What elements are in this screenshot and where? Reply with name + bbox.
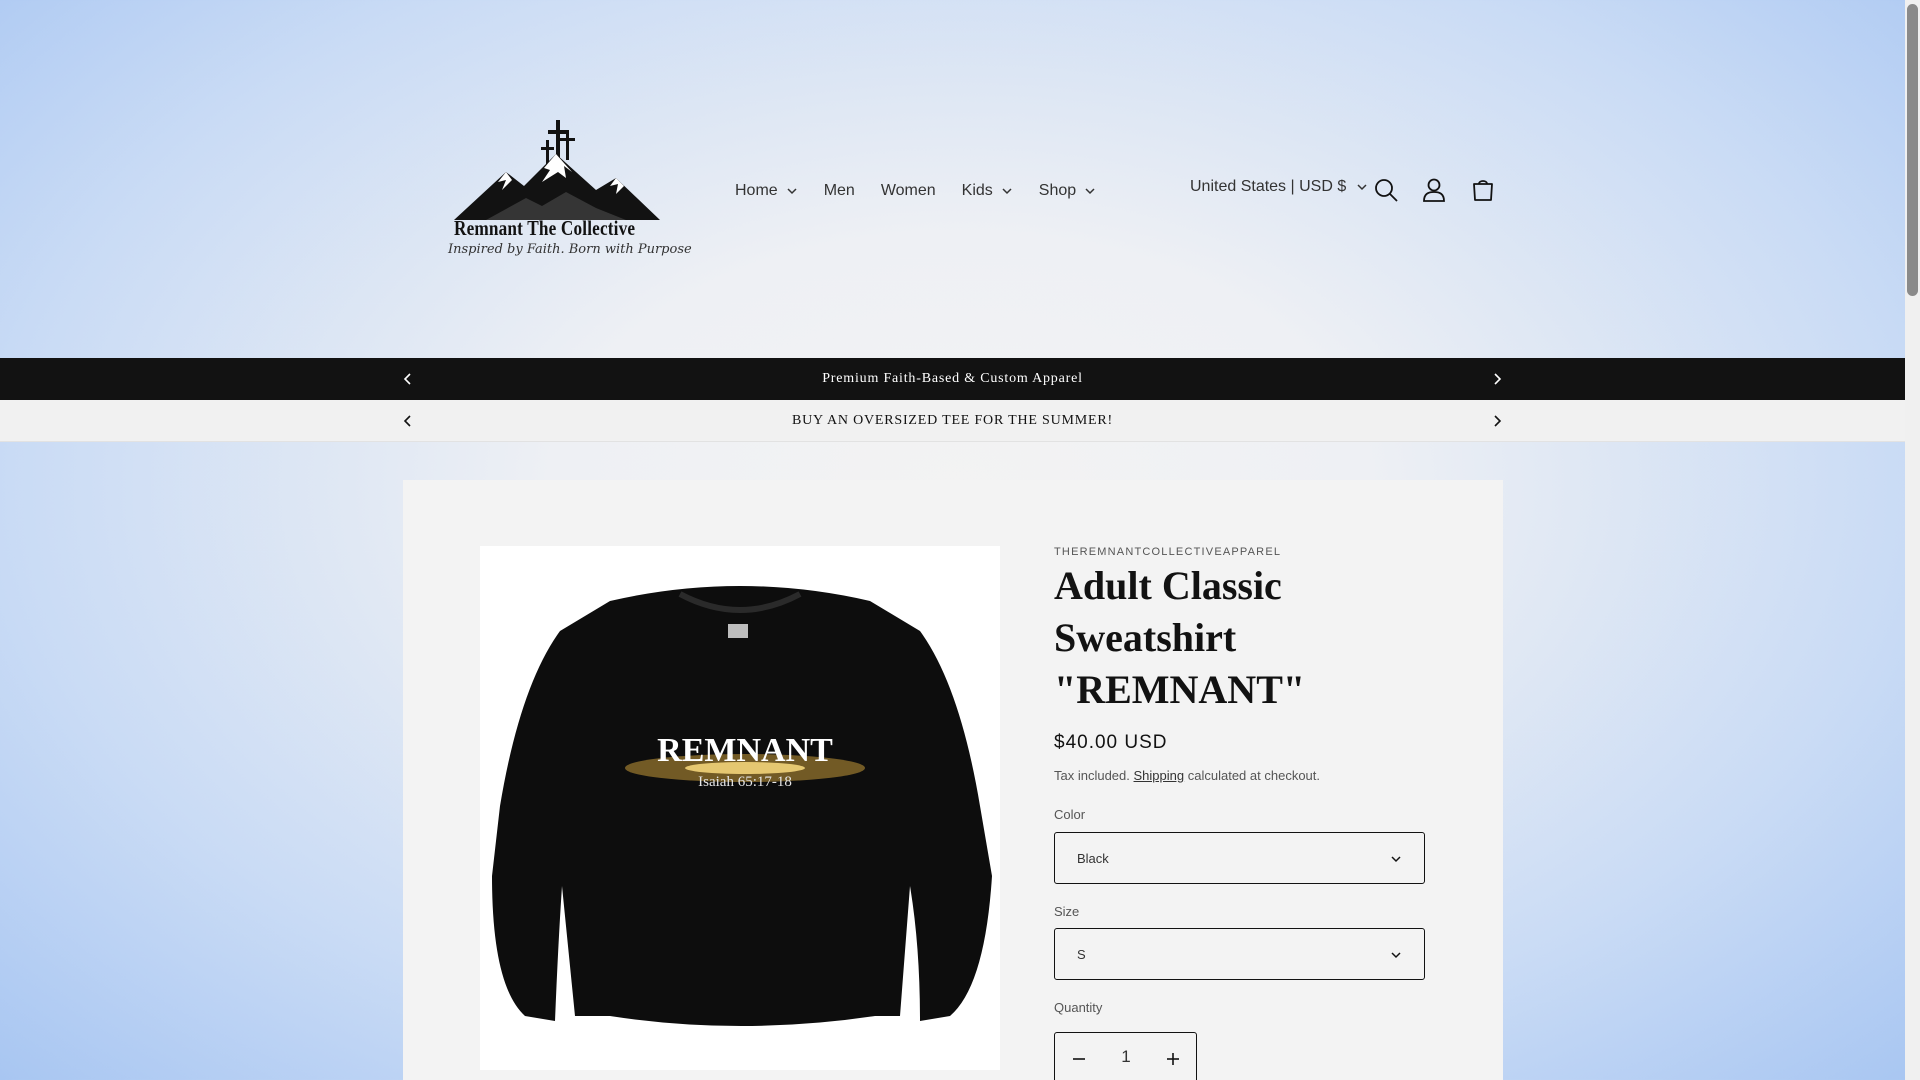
brand-logo[interactable]: Remnant The Collective Inspired by Faith…: [446, 112, 692, 264]
scrollbar-thumb[interactable]: [1907, 4, 1918, 296]
announcement-bar-secondary: BUY AN OVERSIZED TEE FOR THE SUMMER!: [0, 400, 1905, 442]
size-select-value: S: [1077, 946, 1086, 962]
size-select[interactable]: S: [1054, 928, 1425, 980]
announcement-text: Premium Faith-Based & Custom Apparel: [822, 371, 1083, 386]
site-header: Remnant The Collective Inspired by Faith…: [0, 0, 1905, 358]
chevron-down-icon: [1391, 952, 1401, 959]
chevron-down-icon: [1085, 188, 1095, 195]
brand-tagline: Inspired by Faith. Born with Purpose: [448, 242, 692, 257]
product-image[interactable]: REMNANT Isaiah 65:17-18: [480, 546, 1000, 1070]
nav-item-home[interactable]: Home: [735, 182, 798, 200]
main-nav: Home Men Women Kids Shop: [735, 176, 1122, 206]
mountain-cross-logo-icon: [454, 120, 660, 220]
cart-icon[interactable]: [1469, 176, 1497, 204]
plus-icon[interactable]: [1161, 1047, 1185, 1071]
nav-item-label: Shop: [1038, 182, 1077, 199]
nav-item-label: Men: [823, 182, 855, 199]
page: Remnant The Collective Inspired by Faith…: [0, 0, 1905, 1080]
account-icon[interactable]: [1420, 176, 1448, 204]
color-label: Color: [1054, 807, 1086, 822]
minus-icon[interactable]: [1067, 1047, 1091, 1071]
announcement-bar-primary: Premium Faith-Based & Custom Apparel: [0, 358, 1905, 400]
product-vendor: THEREMNANTCOLLECTIVEAPPAREL: [1054, 546, 1282, 558]
search-icon[interactable]: [1372, 176, 1400, 204]
country-selector[interactable]: United States | USD $: [1190, 178, 1368, 196]
product-title: Adult Classic Sweatshirt "REMNANT": [1054, 563, 1306, 712]
quantity-input[interactable]: 1: [1103, 1047, 1149, 1067]
chevron-down-icon: [787, 188, 797, 195]
sweatshirt-image: REMNANT Isaiah 65:17-18: [492, 586, 992, 1026]
tax-note: Tax included. Shipping calculated at che…: [1054, 768, 1320, 783]
chevron-down-icon: [1357, 184, 1367, 191]
nav-item-men[interactable]: Men: [824, 182, 855, 200]
nav-item-label: Home: [735, 182, 778, 199]
brand-name: Remnant The Collective: [454, 216, 636, 240]
country-label: United States | USD $: [1190, 178, 1347, 195]
image-main-text: REMNANT: [657, 732, 833, 769]
nav-item-label: Women: [880, 182, 936, 199]
tax-prefix: Tax included.: [1054, 768, 1130, 783]
nav-item-shop[interactable]: Shop: [1039, 182, 1096, 200]
nav-item-kids[interactable]: Kids: [962, 182, 1013, 200]
quantity-stepper: 1: [1054, 1032, 1197, 1080]
tax-suffix: calculated at checkout.: [1187, 768, 1320, 783]
chevron-right-icon[interactable]: [1490, 372, 1504, 386]
image-sub-text: Isaiah 65:17-18: [698, 774, 792, 790]
size-label: Size: [1054, 904, 1080, 919]
shipping-link[interactable]: Shipping: [1134, 768, 1185, 783]
announcement-text: BUY AN OVERSIZED TEE FOR THE SUMMER!: [791, 413, 1113, 428]
nav-item-label: Kids: [961, 182, 993, 199]
color-select[interactable]: Black: [1054, 832, 1425, 884]
chevron-down-icon: [1391, 856, 1401, 863]
nav-item-women[interactable]: Women: [881, 182, 936, 200]
product-price: $40.00 USD: [1054, 732, 1168, 753]
chevron-right-icon[interactable]: [1490, 414, 1504, 428]
quantity-label: Quantity: [1054, 1000, 1103, 1015]
chevron-down-icon: [1002, 188, 1012, 195]
color-select-value: Black: [1077, 850, 1109, 866]
